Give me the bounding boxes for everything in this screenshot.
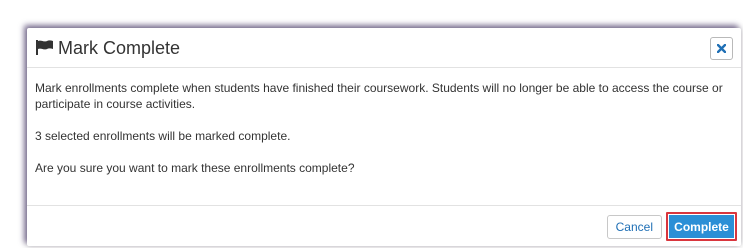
description-text: Mark enrollments complete when students … (35, 81, 723, 111)
cancel-button[interactable]: Cancel (606, 215, 662, 239)
complete-button[interactable]: Complete (666, 212, 737, 241)
confirmation-question: Are you sure you want to mark these enro… (35, 161, 355, 175)
mark-complete-dialog: Mark Complete Mark enrollments complete … (27, 28, 741, 246)
dialog-body: Mark enrollments complete when students … (35, 80, 725, 192)
flag-icon (36, 40, 53, 55)
close-icon (717, 44, 726, 53)
dialog-header: Mark Complete (27, 28, 741, 68)
close-button[interactable] (710, 37, 733, 60)
selection-count-text: 3 selected enrollments will be marked co… (35, 129, 291, 143)
dialog-footer: Cancel Complete (27, 205, 741, 246)
dialog-title: Mark Complete (58, 38, 181, 58)
